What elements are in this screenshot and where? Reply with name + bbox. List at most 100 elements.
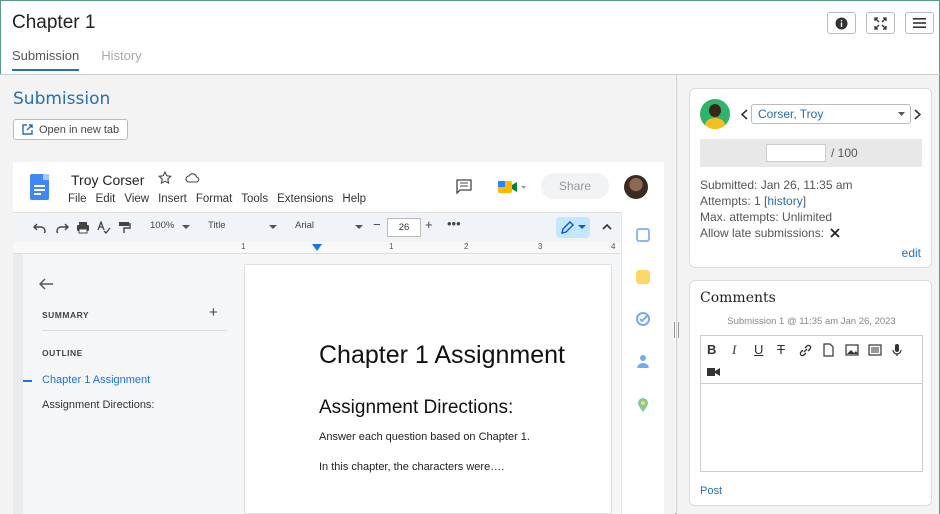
tasks-icon[interactable] <box>636 312 650 326</box>
menu-edit[interactable]: Edit <box>96 193 116 205</box>
clear-format-icon[interactable]: T <box>777 342 785 357</box>
doc-title[interactable]: Troy Corser <box>71 172 144 188</box>
close-icon <box>830 228 841 238</box>
docs-logo-icon[interactable] <box>30 174 49 200</box>
info-button[interactable] <box>827 12 856 34</box>
chevron-down-icon <box>182 225 190 229</box>
ruler-mark: 1 <box>241 242 246 251</box>
post-button[interactable]: Post <box>700 485 722 497</box>
comments-card: Comments Submission 1 @ 11:35 am Jan 26,… <box>689 280 932 506</box>
resize-handle[interactable] <box>674 322 679 338</box>
comment-icon[interactable] <box>456 179 472 194</box>
vertical-ruler <box>13 254 23 514</box>
print-icon[interactable] <box>76 221 90 234</box>
late-submissions: Allow late submissions: <box>700 226 841 240</box>
outline-item[interactable]: Assignment Directions: <box>42 399 155 411</box>
more-options-icon[interactable]: ••• <box>447 216 461 231</box>
menu-file[interactable]: File <box>68 193 87 205</box>
calendar-icon[interactable] <box>636 228 650 242</box>
tab-submission[interactable]: Submission <box>12 48 80 71</box>
doc-menu-bar: File Edit View Insert Format Tools Exten… <box>68 193 366 205</box>
comment-editor: B I U T <box>700 335 923 472</box>
editor-toolbar: B I U T <box>701 336 922 384</box>
back-arrow-icon[interactable] <box>39 278 53 290</box>
zoom-select[interactable]: 100% <box>150 220 174 231</box>
indent-marker-icon[interactable] <box>312 244 322 252</box>
video-icon[interactable] <box>707 367 720 377</box>
header-actions <box>827 12 934 34</box>
chevron-left-icon[interactable] <box>741 109 748 120</box>
style-select[interactable]: Title <box>208 220 226 231</box>
font-size-increase-icon[interactable]: + <box>425 217 433 232</box>
star-icon[interactable] <box>158 171 172 185</box>
outline-item[interactable]: Chapter 1 Assignment <box>42 374 150 386</box>
grading-card: Corser, Troy / 100 Submitted: Jan 26, 11… <box>689 88 932 268</box>
add-summary-icon[interactable]: + <box>209 304 218 321</box>
info-icon <box>835 17 848 29</box>
link-icon[interactable] <box>799 344 812 357</box>
ruler-mark: 4 <box>611 242 616 251</box>
contacts-icon[interactable] <box>636 354 650 368</box>
collapse-toolbar-icon[interactable] <box>602 223 612 230</box>
open-new-tab-button[interactable]: Open in new tab <box>13 119 129 140</box>
maps-icon[interactable] <box>636 398 650 412</box>
comments-subtitle: Submission 1 @ 11:35 am Jan 26, 2023 <box>727 316 896 327</box>
doc-side-panel <box>621 212 664 514</box>
tabs: Submission History <box>12 48 142 71</box>
doc-header: Troy Corser File Edit View Insert Format… <box>13 162 664 212</box>
doc-user-avatar[interactable] <box>624 175 648 199</box>
edit-link[interactable]: edit <box>902 246 921 260</box>
ruler-mark: 2 <box>464 242 469 251</box>
share-button[interactable]: Share <box>541 173 609 199</box>
editing-mode-button[interactable] <box>556 217 590 238</box>
outline-label: OUTLINE <box>42 348 83 358</box>
bold-icon[interactable]: B <box>707 342 716 357</box>
doc-page[interactable]: Chapter 1 Assignment Assignment Directio… <box>244 264 612 514</box>
menu-format[interactable]: Format <box>196 193 232 205</box>
doc-body: SUMMARY + OUTLINE Chapter 1 Assignment A… <box>13 254 621 514</box>
pencil-icon <box>561 221 574 234</box>
file-icon[interactable] <box>823 343 834 357</box>
chevron-down-icon <box>898 112 905 116</box>
chevron-right-icon[interactable] <box>914 109 921 120</box>
late-label: Allow late submissions: <box>700 226 825 240</box>
student-select[interactable]: Corser, Troy <box>751 104 911 124</box>
max-attempts: Max. attempts: Unlimited <box>700 210 833 224</box>
tab-history[interactable]: History <box>101 48 141 71</box>
chevron-down-icon <box>578 225 586 229</box>
redo-icon[interactable] <box>55 222 69 233</box>
menu-help[interactable]: Help <box>342 193 366 205</box>
undo-icon[interactable] <box>33 222 47 233</box>
student-name: Corser, Troy <box>758 107 824 121</box>
menu-view[interactable]: View <box>124 193 149 205</box>
font-size-input[interactable]: 26 <box>387 218 421 237</box>
menu-button[interactable] <box>905 12 934 34</box>
spellcheck-icon[interactable] <box>97 221 111 234</box>
font-size-decrease-icon[interactable]: − <box>373 217 381 232</box>
grade-max: / 100 <box>831 146 858 160</box>
comments-title: Comments <box>700 290 776 306</box>
grade-input[interactable] <box>766 144 826 162</box>
history-link[interactable]: history <box>767 194 802 208</box>
doc-paragraph: In this chapter, the characters were…. <box>319 461 505 473</box>
microphone-icon[interactable] <box>891 343 903 357</box>
image-icon[interactable] <box>845 344 859 356</box>
grade-row: / 100 <box>700 139 922 167</box>
attempts-suffix: ] <box>802 194 807 208</box>
menu-extensions[interactable]: Extensions <box>277 193 333 205</box>
paint-format-icon[interactable] <box>118 221 131 234</box>
menu-tools[interactable]: Tools <box>241 193 268 205</box>
fullscreen-button[interactable] <box>866 12 895 34</box>
font-select[interactable]: Arial <box>295 220 314 231</box>
italic-icon[interactable]: I <box>732 342 736 358</box>
underline-icon[interactable]: U <box>754 342 763 357</box>
meet-icon[interactable] <box>497 179 527 195</box>
embed-icon[interactable] <box>868 344 882 356</box>
chevron-down-icon <box>269 225 277 229</box>
keep-icon[interactable] <box>636 270 650 284</box>
submitted-date: Submitted: Jan 26, 11:35 am <box>700 178 853 192</box>
external-link-icon <box>22 124 33 135</box>
attempts-label: Attempts: 1 [ <box>700 194 768 208</box>
menu-insert[interactable]: Insert <box>158 193 187 205</box>
horizontal-ruler: 1 1 2 3 4 <box>13 242 621 254</box>
